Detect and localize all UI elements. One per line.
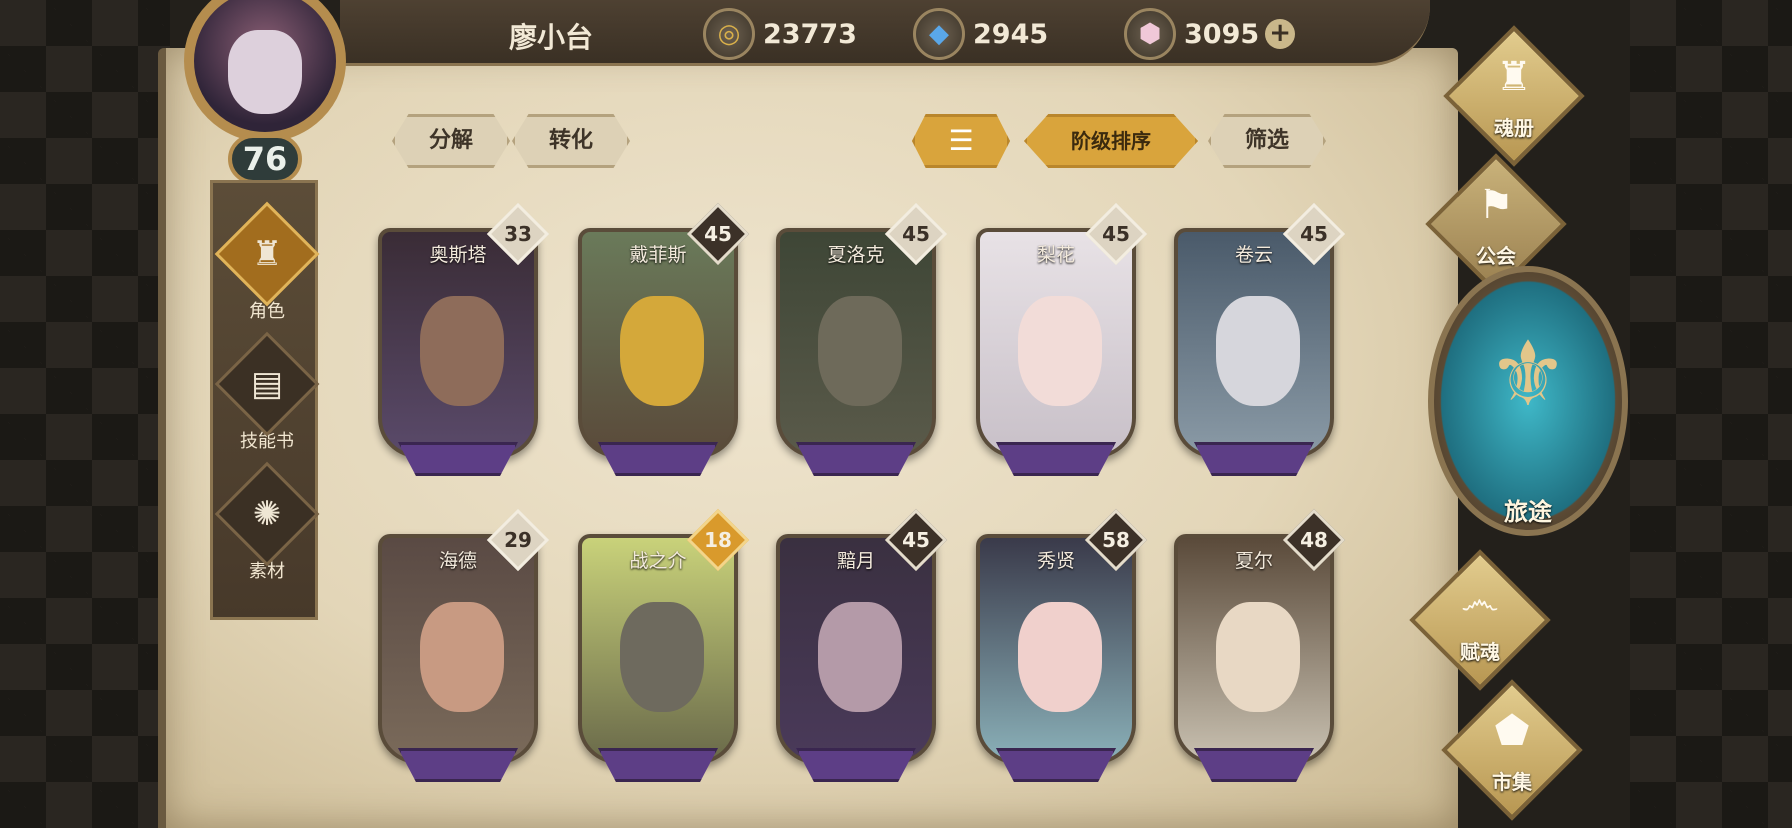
gem-amount: 3095 [1184, 18, 1260, 50]
left-background-pattern [0, 0, 170, 828]
banner-icon: ⚑ [1478, 182, 1514, 228]
sidebar-item-characters[interactable]: ♜ 角色 [213, 201, 321, 323]
sort-order-button[interactable]: ☰ [912, 114, 1010, 168]
character-portrait [818, 602, 902, 712]
pink-gem-icon: ⬢ [1124, 8, 1176, 60]
rank-emblem [1194, 442, 1314, 476]
gold-coin-icon: ◎ [703, 8, 755, 60]
character-card[interactable]: 夏尔 48 [1174, 508, 1346, 790]
character-portrait [420, 602, 504, 712]
right-background-pattern [1630, 0, 1792, 828]
rank-emblem [1194, 748, 1314, 782]
rank-emblem [796, 748, 916, 782]
gold-currency: ◎ 23773 [703, 8, 857, 60]
character-portrait [1018, 296, 1102, 406]
character-portrait [420, 296, 504, 406]
blue-crystal-icon: ◆ [913, 8, 965, 60]
helmet-icon: ♜ [1496, 54, 1532, 100]
avatar-portrait [184, 0, 346, 142]
guild-label: 公会 [1476, 244, 1516, 268]
swirl-icon: ෴ [1461, 578, 1499, 624]
character-portrait [1018, 602, 1102, 712]
add-gem-button[interactable]: + [1265, 19, 1296, 49]
book-icon: ▤ [250, 364, 284, 404]
character-card[interactable]: 梨花 45 [976, 202, 1148, 484]
endow-soul-button[interactable]: ෴ 赋魂 [1409, 549, 1551, 691]
player-level-badge: 76 [228, 134, 302, 184]
journey-label: 旅途 [1504, 498, 1552, 526]
crystal-currency: ◆ 2945 [913, 8, 1048, 60]
rank-emblem [996, 748, 1116, 782]
journey-button[interactable]: ⚜ 旅途 [1428, 266, 1628, 546]
rank-emblem [796, 442, 916, 476]
character-portrait [620, 602, 704, 712]
character-card[interactable]: 卷云 45 [1174, 202, 1346, 484]
character-card[interactable]: 秀贤 58 [976, 508, 1148, 790]
sidebar-item-skill-books[interactable]: ▤ 技能书 [213, 331, 321, 453]
soul-book-button[interactable]: ♜ 魂册 [1443, 25, 1585, 167]
filter-button[interactable]: 筛选 [1208, 114, 1326, 168]
left-sidebar: ♜ 角色 ▤ 技能书 ✺ 素材 [210, 180, 321, 620]
rank-emblem [398, 748, 518, 782]
endow-soul-label: 赋魂 [1460, 640, 1500, 664]
creature-icon: ✺ [252, 494, 282, 534]
soul-book-label: 魂册 [1494, 116, 1534, 140]
rank-emblem [598, 748, 718, 782]
rank-emblem [598, 442, 718, 476]
character-card[interactable]: 海德 29 [378, 508, 550, 790]
rank-sort-button[interactable]: 阶级排序 [1024, 114, 1198, 168]
decompose-button[interactable]: 分解 [392, 114, 510, 168]
character-card[interactable]: 戴菲斯 45 [578, 202, 750, 484]
gem-currency: ⬢ 3095 + [1124, 8, 1296, 60]
market-button[interactable]: ⬟ 市集 [1441, 679, 1583, 821]
character-portrait [1216, 602, 1300, 712]
character-portrait [818, 296, 902, 406]
convert-button[interactable]: 转化 [512, 114, 630, 168]
character-card[interactable]: 夏洛克 45 [776, 202, 948, 484]
market-label: 市集 [1492, 770, 1532, 794]
sidebar-item-materials[interactable]: ✺ 素材 [213, 461, 321, 583]
character-card[interactable]: 战之介 18 [578, 508, 750, 790]
gold-amount: 23773 [763, 18, 857, 50]
player-avatar[interactable]: 76 [160, 0, 370, 184]
player-name: 廖小台 [508, 21, 593, 54]
character-card[interactable]: 奥斯塔 33 [378, 202, 550, 484]
sort-lines-icon: ☰ [948, 124, 974, 157]
trident-icon: ⚜ [1487, 322, 1569, 427]
rank-emblem [398, 442, 518, 476]
helmet-icon: ♜ [251, 233, 283, 274]
character-portrait [620, 296, 704, 406]
character-portrait [1216, 296, 1300, 406]
pentagon-gem-icon: ⬟ [1494, 708, 1530, 754]
crystal-amount: 2945 [973, 18, 1049, 50]
rank-emblem [996, 442, 1116, 476]
character-card[interactable]: 黯月 45 [776, 508, 948, 790]
